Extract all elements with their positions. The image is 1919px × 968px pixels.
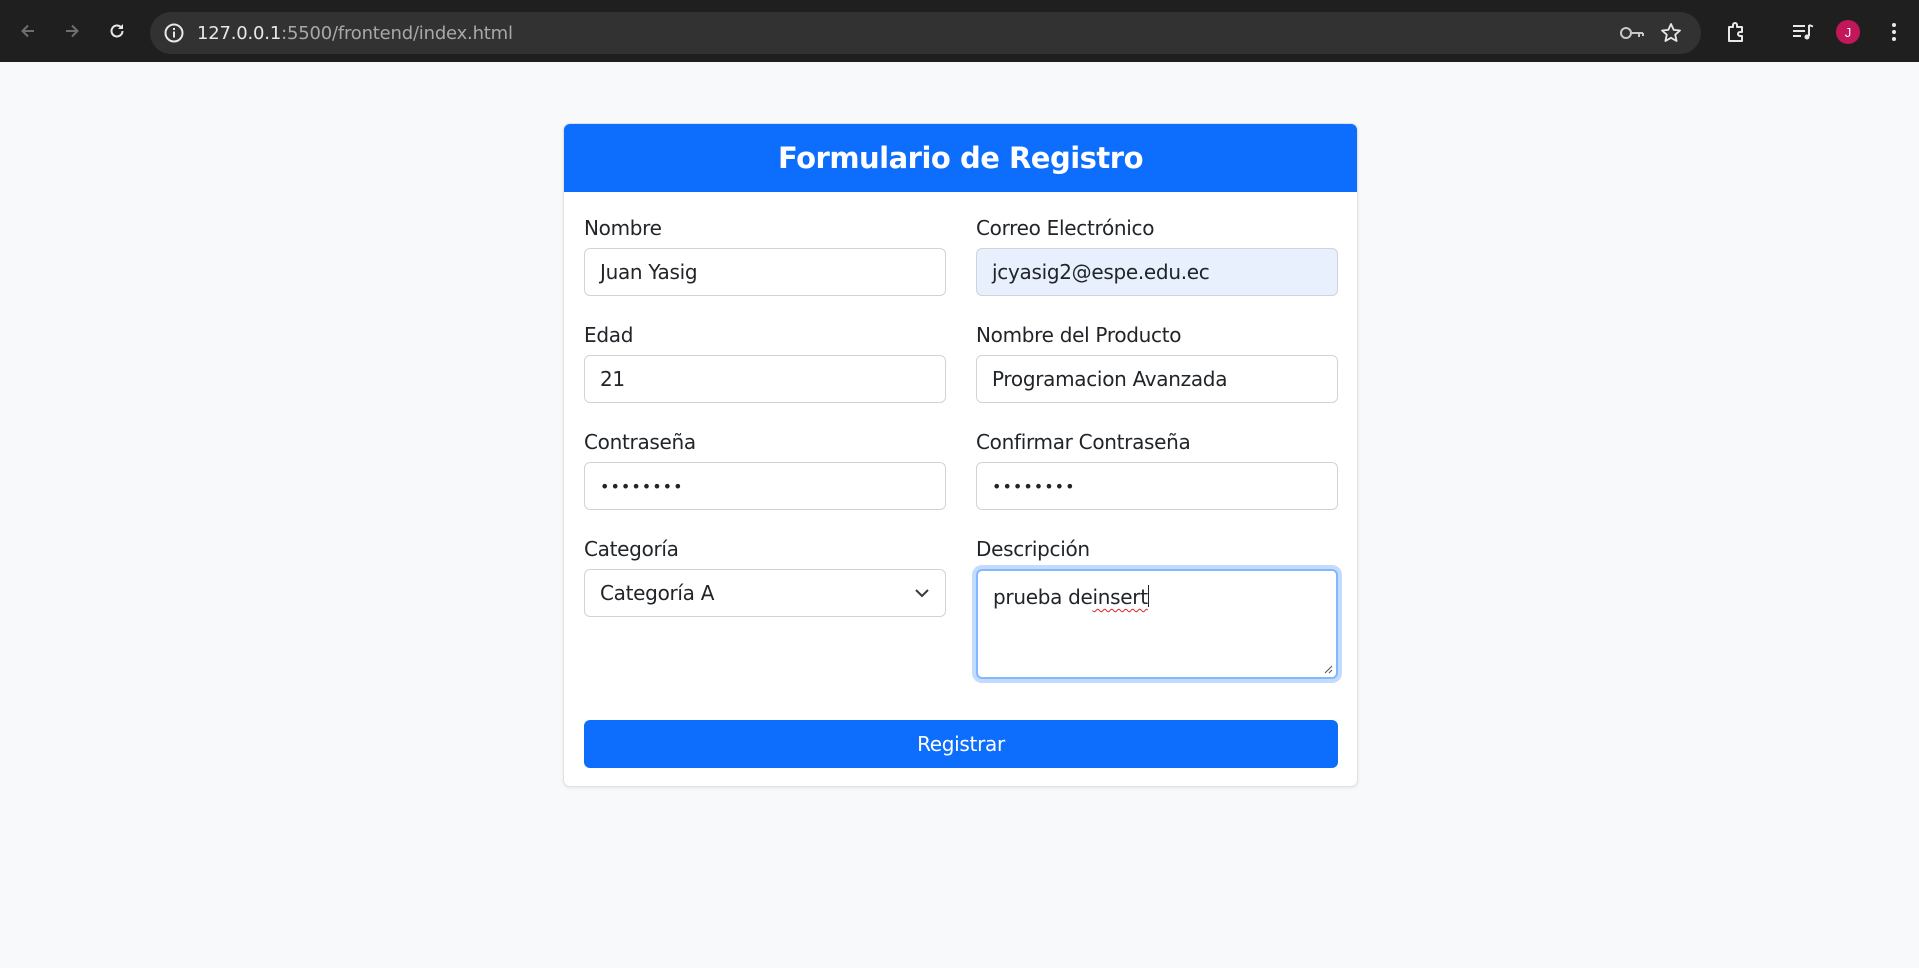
bookmark-star-icon[interactable]: [1659, 21, 1683, 45]
producto-input[interactable]: Programacion Avanzada: [976, 355, 1338, 403]
confirmar-label: Confirmar Contraseña: [976, 430, 1191, 454]
password-key-icon[interactable]: [1619, 21, 1645, 45]
registration-form-card: Formulario de Registro Nombre Juan Yasig…: [563, 123, 1358, 787]
correo-field: Correo Electrónico jcyasig2@espe.edu.ec: [976, 216, 1338, 296]
site-info-icon[interactable]: [162, 21, 186, 45]
forward-button[interactable]: [56, 15, 88, 47]
categoria-field: Categoría Categoría A: [584, 537, 946, 617]
address-bar[interactable]: 127.0.0.1:5500/frontend/index.html: [150, 12, 1701, 54]
confirmar-field: Confirmar Contraseña ••••••••: [976, 430, 1338, 510]
resize-grip-icon[interactable]: [1323, 664, 1333, 674]
edad-field: Edad 21: [584, 323, 946, 403]
correo-label: Correo Electrónico: [976, 216, 1155, 240]
registrar-button[interactable]: Registrar: [584, 720, 1338, 768]
forward-icon: [66, 24, 79, 38]
producto-label: Nombre del Producto: [976, 323, 1182, 347]
contrasena-label: Contraseña: [584, 430, 696, 454]
categoria-label: Categoría: [584, 537, 679, 561]
chevron-down-icon: [915, 589, 929, 598]
correo-input[interactable]: jcyasig2@espe.edu.ec: [976, 248, 1338, 296]
reload-icon: [110, 24, 124, 38]
nombre-field: Nombre Juan Yasig: [584, 216, 946, 296]
media-queue-icon[interactable]: [1790, 19, 1816, 45]
contrasena-field: Contraseña ••••••••: [584, 430, 946, 510]
contrasena-input[interactable]: ••••••••: [584, 462, 946, 510]
extensions-icon[interactable]: [1724, 19, 1750, 45]
text-caret: [1147, 585, 1149, 607]
descripcion-textarea[interactable]: prueba de insert: [976, 569, 1338, 679]
nombre-input[interactable]: Juan Yasig: [584, 248, 946, 296]
reload-button[interactable]: [101, 15, 133, 47]
url-text: 127.0.0.1:5500/frontend/index.html: [197, 23, 513, 44]
back-button[interactable]: [12, 15, 44, 47]
categoria-select[interactable]: Categoría A: [584, 569, 946, 617]
edad-input[interactable]: 21: [584, 355, 946, 403]
more-menu-icon[interactable]: [1881, 19, 1907, 45]
form-title: Formulario de Registro: [564, 124, 1357, 192]
categoria-selected: Categoría A: [600, 581, 715, 605]
producto-field: Nombre del Producto Programacion Avanzad…: [976, 323, 1338, 403]
confirmar-input[interactable]: ••••••••: [976, 462, 1338, 510]
back-icon: [21, 24, 34, 38]
browser-toolbar: 127.0.0.1:5500/frontend/index.html J: [0, 0, 1919, 62]
descripcion-label: Descripción: [976, 537, 1090, 561]
edad-label: Edad: [584, 323, 634, 347]
nombre-label: Nombre: [584, 216, 662, 240]
descripcion-field: Descripción prueba de insert: [976, 537, 1338, 679]
avatar[interactable]: J: [1836, 20, 1860, 44]
